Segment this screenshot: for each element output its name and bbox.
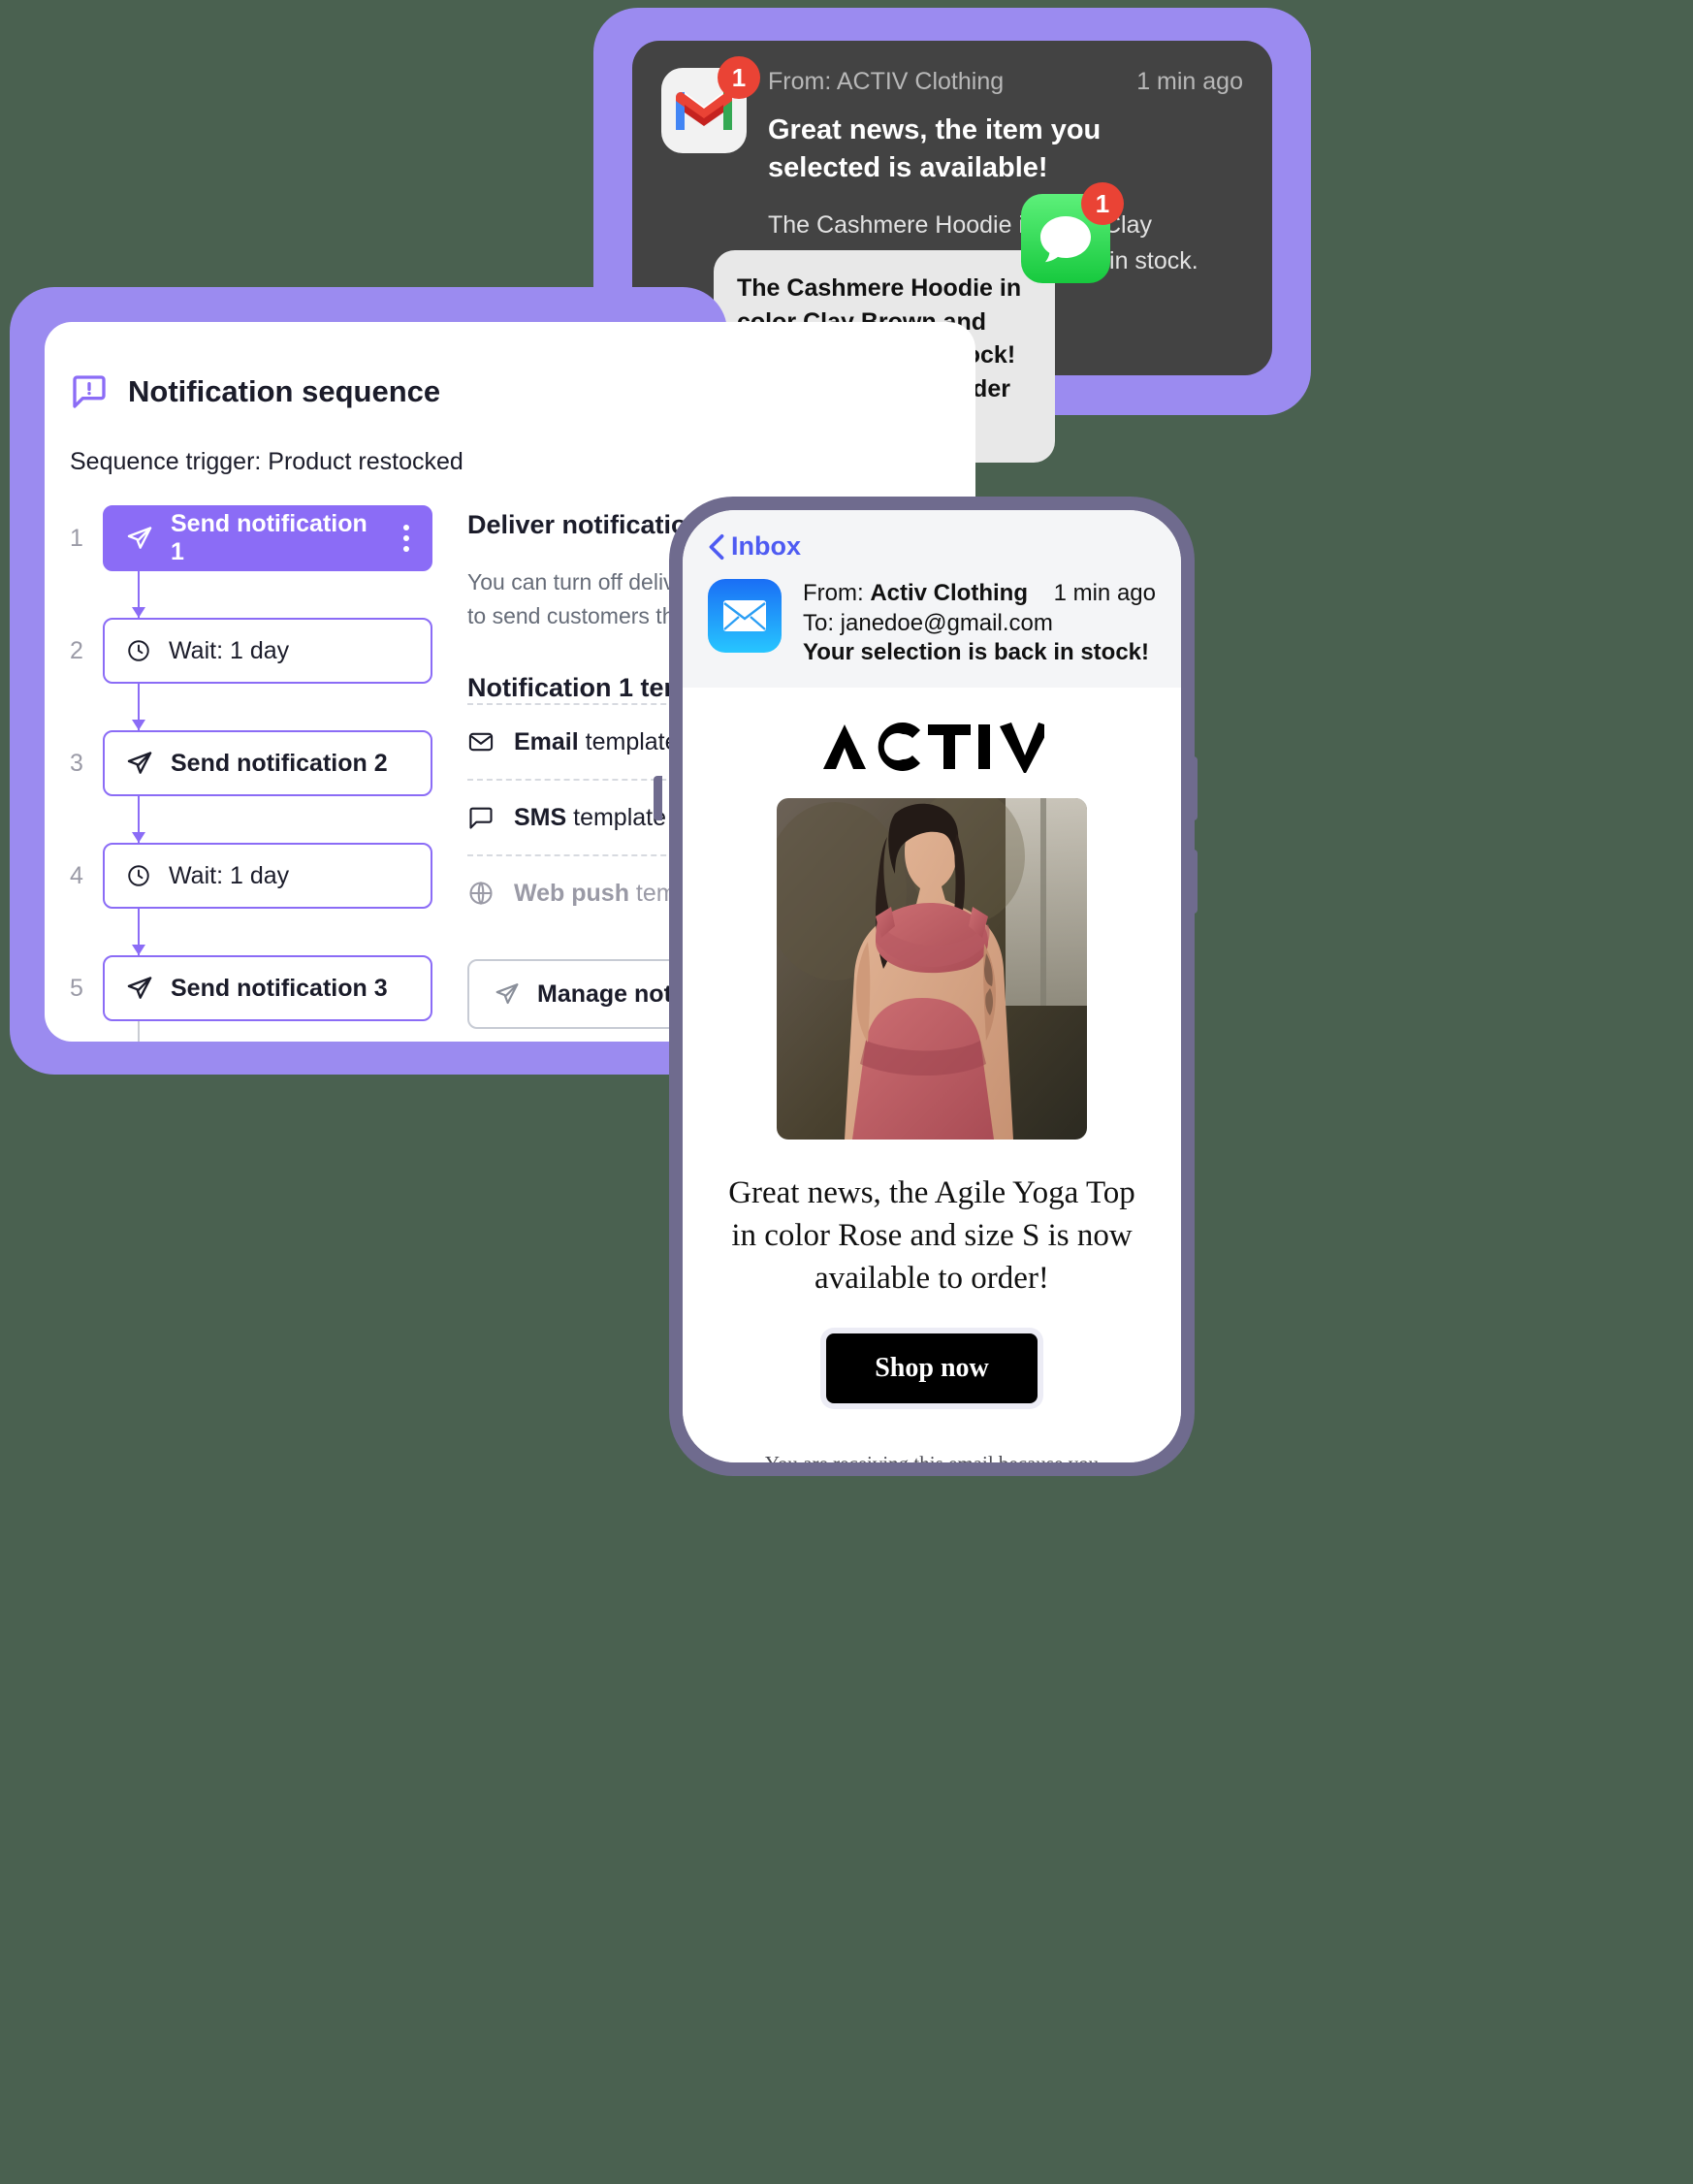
sequence-step[interactable]: 2 Wait: 1 day [70, 618, 432, 684]
product-hero-image [777, 798, 1087, 1140]
inbox-back-button[interactable]: Inbox [708, 531, 1156, 562]
kebab-menu-icon[interactable] [403, 525, 409, 552]
inbox-label: Inbox [731, 531, 801, 561]
email-headline: Great news, the Agile Yoga Top in color … [728, 1175, 1135, 1296]
sequence-step-list: 1 Send notification 1 2 Wait: 1 day 3 Se… [45, 505, 432, 1042]
push-sender: From: ACTIV Clothing [768, 68, 1005, 95]
email-to: To: janedoe@gmail.com [803, 609, 1053, 636]
clock-icon [126, 638, 151, 663]
sequence-step[interactable]: 5 Send notification 3 [70, 955, 432, 1021]
step-connector [103, 909, 432, 955]
clock-icon [126, 863, 151, 888]
step-number: 1 [70, 524, 83, 552]
step-label: Wait: 1 day [169, 861, 290, 889]
step-number: 4 [70, 861, 83, 889]
sequence-step[interactable]: 1 Send notification 1 [70, 505, 432, 571]
phone-side-button-2 [1189, 850, 1198, 914]
footer-text: You are receiving this email because you… [757, 1452, 1105, 1462]
email-subject: Your selection is back in stock! [803, 639, 1149, 666]
sequence-step[interactable]: 3 Send notification 2 [70, 730, 432, 796]
sequence-step[interactable]: 4 Wait: 1 day [70, 843, 432, 909]
template-name: SMS template [514, 803, 667, 831]
send-icon [126, 975, 153, 1002]
template-name: Email template [514, 727, 679, 755]
sequence-step-wait-1[interactable]: Wait: 1 day [103, 618, 432, 684]
step-number: 2 [70, 636, 83, 664]
phone-device: Inbox From: Activ Clothing 1 min ago To:… [669, 497, 1195, 1476]
email-body: Great news, the Agile Yoga Top in color … [683, 688, 1181, 1462]
step-label: Send notification 1 [171, 510, 367, 565]
activ-brand-logo [710, 721, 1154, 774]
step-connector [103, 796, 432, 843]
send-icon [126, 525, 153, 552]
push-timestamp: 1 min ago [1136, 68, 1243, 95]
email-header: Inbox From: Activ Clothing 1 min ago To:… [683, 510, 1181, 689]
email-from: From: Activ Clothing [803, 580, 1028, 606]
step-label: Wait: 1 day [169, 636, 290, 664]
step-connector [103, 684, 432, 730]
push-title: Great news, the item you selected is ava… [768, 114, 1102, 183]
sms-badge: 1 [1081, 182, 1124, 225]
sequence-step-send-notification-2[interactable]: Send notification 2 [103, 730, 432, 796]
globe-icon [467, 880, 495, 907]
gmail-icon-wrapper: 1 [661, 56, 760, 153]
chat-bubble-icon [467, 804, 495, 831]
phone-side-button-left [654, 776, 662, 820]
alert-message-icon [70, 372, 109, 411]
email-timestamp: 1 min ago [1053, 580, 1156, 606]
step-connector [103, 571, 432, 618]
sequence-step-send-notification-3[interactable]: Send notification 3 [103, 955, 432, 1021]
mail-app-icon [708, 579, 782, 653]
step-number: 5 [70, 974, 83, 1002]
panel-header: Notification sequence [45, 372, 975, 411]
envelope-icon [467, 728, 495, 755]
chevron-left-icon [708, 533, 725, 561]
phone-side-button-1 [1189, 756, 1198, 820]
sequence-step-send-notification-1[interactable]: Send notification 1 [103, 505, 432, 571]
step-label: Send notification 2 [171, 749, 388, 777]
sequence-step-wait-2[interactable]: Wait: 1 day [103, 843, 432, 909]
send-icon [495, 981, 520, 1007]
push-meta-row: From: ACTIV Clothing 1 min ago [768, 68, 1243, 96]
sequence-trigger-label: Sequence trigger: Product restocked [70, 448, 463, 475]
shop-now-button[interactable]: Shop now [826, 1333, 1038, 1403]
notification-badge: 1 [718, 56, 760, 99]
page-title: Notification sequence [128, 374, 441, 408]
step-label: Send notification 3 [171, 974, 388, 1002]
step-connector-disabled [103, 1021, 432, 1042]
send-icon [126, 750, 153, 777]
email-footer: You are receiving this email because you… [710, 1448, 1154, 1462]
messages-icon-wrapper: 1 [1021, 182, 1124, 283]
step-number: 3 [70, 749, 83, 777]
